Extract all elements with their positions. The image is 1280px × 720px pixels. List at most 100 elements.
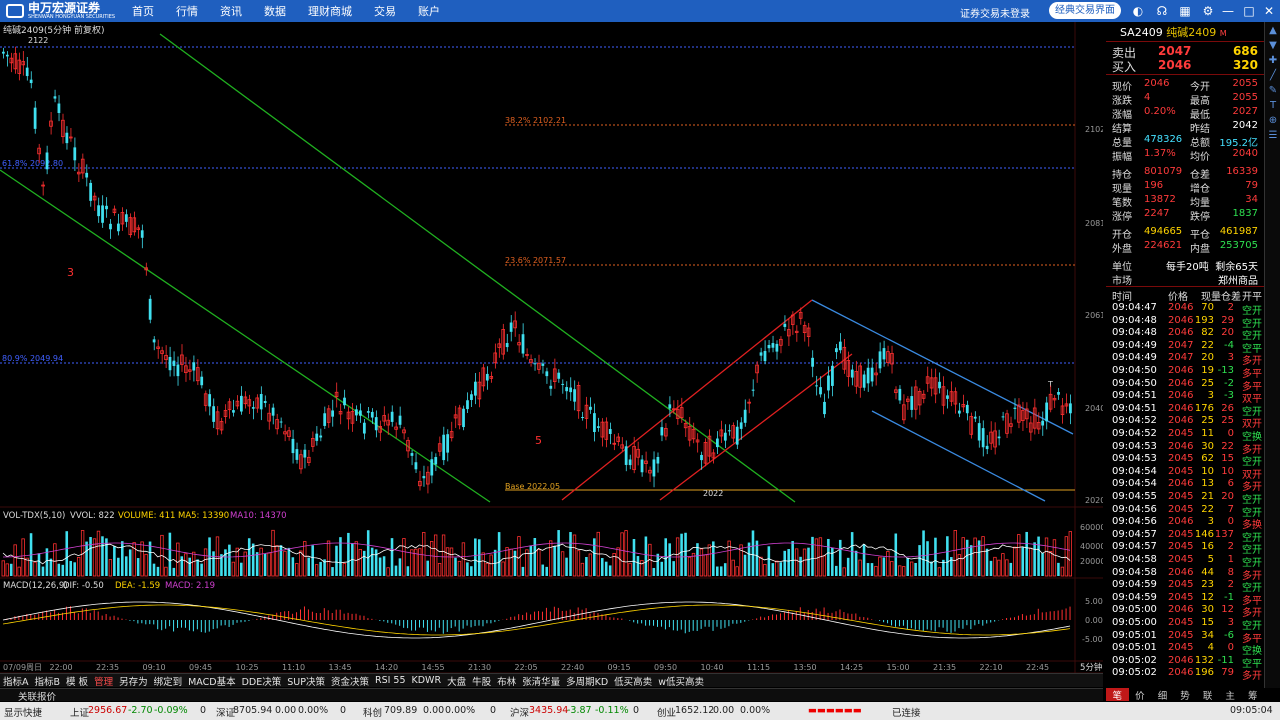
position-row: 涨停 2247 跌停 1837 [1112,208,1258,223]
classic-trade-button[interactable]: 经典交易界面 [1049,2,1121,19]
quote-tab[interactable]: 笔 [1106,688,1129,702]
indicator-tab[interactable]: 低买高卖 [614,674,652,688]
tick-row: 09:04:52 2045 11 0 空换 [1112,428,1262,443]
indicator-tab[interactable]: KDWR [412,675,442,686]
draw-icon[interactable]: ✎ [1266,84,1280,97]
time-tick: 13:50 [794,663,817,672]
volume-bar [934,537,937,576]
period-label[interactable]: 5分钟 [1080,662,1102,673]
list-icon[interactable]: ☰ [1266,129,1280,142]
candle-body [652,459,656,477]
fib-base-label: Base 2022.05 [505,482,560,491]
stat-row: 现价 2046 今开 2055 [1112,78,1258,93]
volume-bar [148,541,152,576]
minimize-icon[interactable]: — [1221,4,1235,18]
candle-body [521,334,525,354]
candle-body [656,456,660,464]
menu-wealth-mall[interactable]: 理财商城 [308,3,352,19]
settings-icon[interactable]: ⚙ [1201,4,1215,18]
crosshair-icon[interactable]: ✚ [1266,54,1280,67]
candle-body [33,107,37,129]
indicator-tab[interactable]: 指标B [35,674,61,688]
indicator-tab[interactable]: 绑定到 [154,674,183,688]
candle-body [549,385,553,389]
volume-bar [188,557,191,576]
menu-account[interactable]: 账户 [418,3,440,19]
headset-icon[interactable]: ☊ [1155,4,1169,18]
macd-tick: 5.00 [1085,597,1103,606]
login-status[interactable]: 证券交易未登录 [960,5,1030,20]
indicator-tab[interactable]: 张清华量 [522,674,560,688]
volume-bar [926,541,929,576]
menu-home[interactable]: 首页 [132,3,154,19]
volume-bar [470,566,473,576]
candle-body [101,205,104,223]
volume-bar [224,549,227,576]
time-tick: 09:50 [654,663,677,672]
connection-status[interactable]: 已连接 [892,705,921,719]
indicator-tab[interactable]: 管理 [94,674,113,688]
volume-bar [307,557,310,576]
quote-tab[interactable]: 价 [1129,688,1152,702]
candle-body [398,415,402,425]
logo-icon [6,4,24,18]
candle-body [743,409,747,423]
menu-news[interactable]: 资讯 [220,3,242,19]
menu-data[interactable]: 数据 [264,3,286,19]
indicator-tab[interactable]: 另存为 [119,674,148,688]
indicator-tab[interactable]: 布林 [497,674,516,688]
indicator-tab[interactable]: 资金决策 [331,674,369,688]
indicator-tab[interactable]: 牛股 [472,674,491,688]
indicator-tab[interactable]: 模 板 [66,674,88,688]
candle-body [831,365,834,386]
menu-quotes[interactable]: 行情 [176,3,198,19]
candle-body [973,416,977,419]
volume-bar [866,563,870,576]
indicator-tab[interactable]: RSI 55 [375,675,406,686]
candle-body [422,476,426,479]
indicator-tab[interactable]: w低买高卖 [658,674,704,688]
candle-body [442,434,446,461]
maximize-icon[interactable]: □ [1242,4,1256,18]
quote-tab[interactable]: 势 [1174,688,1197,702]
volume-bar [426,560,429,576]
zoom-icon[interactable]: ⊕ [1266,114,1280,127]
kline-chart[interactable]: 纯碱2409(5分钟 前复权) 2122 38.2% 2102.21 61.8%… [0,22,1103,677]
vvol-value: VVOL: 822 [70,511,115,521]
quote-tab[interactable]: 筹 [1241,688,1264,702]
menu-trade[interactable]: 交易 [374,3,396,19]
candle-body [212,406,215,422]
indicator-tab[interactable]: MACD基本 [188,674,235,688]
time-axis: 07/09周日 22:00 22:35 09:10 09:45 10:25 11:10 13:… [3,663,1049,672]
down-icon[interactable]: ▼ [1266,39,1280,52]
indicator-tab[interactable]: SUP决策 [287,674,325,688]
volume-bar [854,550,858,576]
indicator-tab[interactable]: 大盘 [447,674,466,688]
volume-bar [478,539,481,576]
candle-body [783,323,787,327]
stat-row: 结算 昨结 2042 [1112,120,1258,135]
candle-body [172,360,176,366]
indicator-tab[interactable]: 多周期KD [566,674,608,688]
volume-bar [922,530,925,576]
volume-bar [946,536,949,576]
quote-tab[interactable]: 主 [1219,688,1242,702]
indicator-tab[interactable]: DDE决策 [242,674,282,688]
macd-dif-value: DIF: -0.50 [63,581,104,591]
macd-dea-value: DEA: -1.59 [115,581,160,591]
close-icon[interactable]: ✕ [1262,4,1276,18]
text-icon[interactable]: T [1266,99,1280,112]
grid-icon[interactable]: ▦ [1178,4,1192,18]
volume-bar [61,564,65,576]
quote-tab[interactable]: 细 [1151,688,1174,702]
line-icon[interactable]: ╱ [1266,69,1280,82]
quote-tab[interactable]: 联 [1196,688,1219,702]
time-tick: 09:45 [189,663,212,672]
time-tick: 07/09周日 [3,663,42,672]
volume-bar [989,560,993,576]
indicator-tab[interactable]: 指标A [3,674,29,688]
up-icon[interactable]: ▲ [1266,24,1280,37]
theme-icon[interactable]: ◐ [1131,4,1145,18]
quick-display-button[interactable]: 显示快捷 [4,705,42,719]
candle-body [628,459,632,466]
